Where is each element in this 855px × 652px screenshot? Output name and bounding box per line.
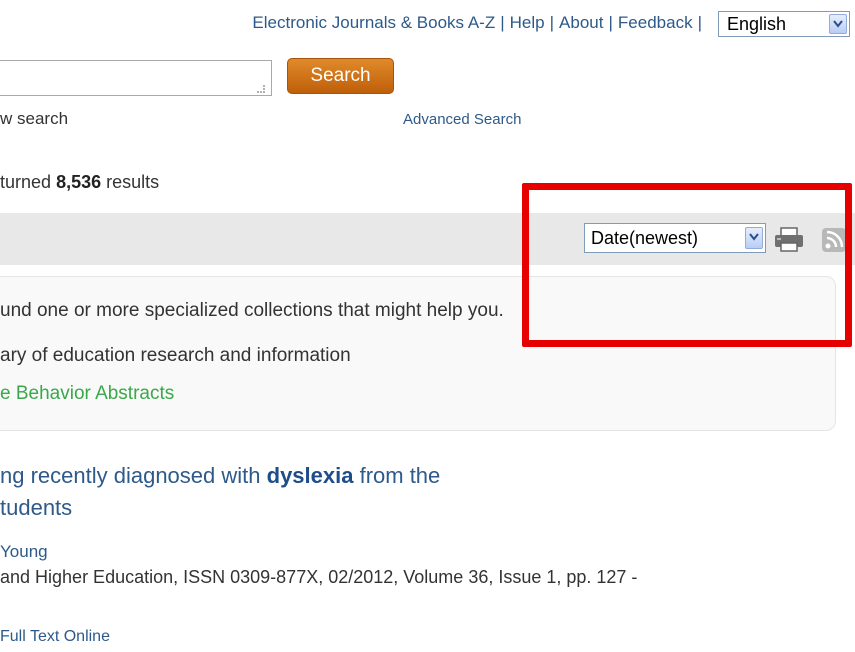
nav-link-feedback[interactable]: Feedback: [618, 13, 693, 32]
top-nav-links: Electronic Journals & Books A-Z | Help | Abo…: [252, 13, 707, 33]
collection-link-behavior-abstracts[interactable]: e Behavior Abstracts: [0, 383, 174, 405]
result-title-line2: tudents: [0, 495, 73, 520]
chevron-down-icon[interactable]: [829, 14, 847, 34]
results-count: turned 8,536 results: [0, 172, 159, 193]
full-text-link[interactable]: Full Text Online: [0, 628, 110, 646]
result-publication: and Higher Education, ISSN 0309-877X, 02…: [0, 567, 638, 587]
results-suffix: results: [106, 172, 160, 192]
nav-link-ejournals[interactable]: Electronic Journals & Books A-Z: [252, 13, 495, 32]
result-title-link[interactable]: ng recently diagnosed with dyslexia from…: [0, 460, 600, 524]
language-value: English: [727, 14, 787, 34]
language-select[interactable]: English: [718, 11, 850, 37]
advanced-search-link[interactable]: Advanced Search: [403, 111, 521, 128]
search-input[interactable]: [0, 60, 272, 96]
search-button[interactable]: Search: [287, 58, 394, 94]
nav-link-help[interactable]: Help: [510, 13, 545, 32]
nav-separator: |: [608, 13, 613, 32]
result-title-highlight: dyslexia: [266, 463, 354, 488]
top-nav: Electronic Journals & Books A-Z | Help | Abo…: [0, 9, 855, 39]
results-prefix: turned: [0, 172, 52, 192]
resize-grip-icon[interactable]: [256, 81, 266, 93]
result-author-link[interactable]: Young: [0, 542, 48, 562]
result-title-pre: ng recently diagnosed with: [0, 463, 267, 488]
new-search-link[interactable]: w search: [0, 109, 68, 129]
collection-item-education: ary of education research and informatio…: [0, 345, 351, 366]
nav-separator: |: [500, 13, 505, 32]
nav-link-about[interactable]: About: [559, 13, 603, 32]
result-title-post: from the: [353, 463, 441, 488]
results-number: 8,536: [56, 172, 102, 192]
nav-separator: |: [697, 13, 702, 32]
highlight-box: [522, 183, 852, 347]
collections-intro: und one or more specialized collections …: [0, 300, 504, 321]
nav-separator: |: [549, 13, 555, 32]
